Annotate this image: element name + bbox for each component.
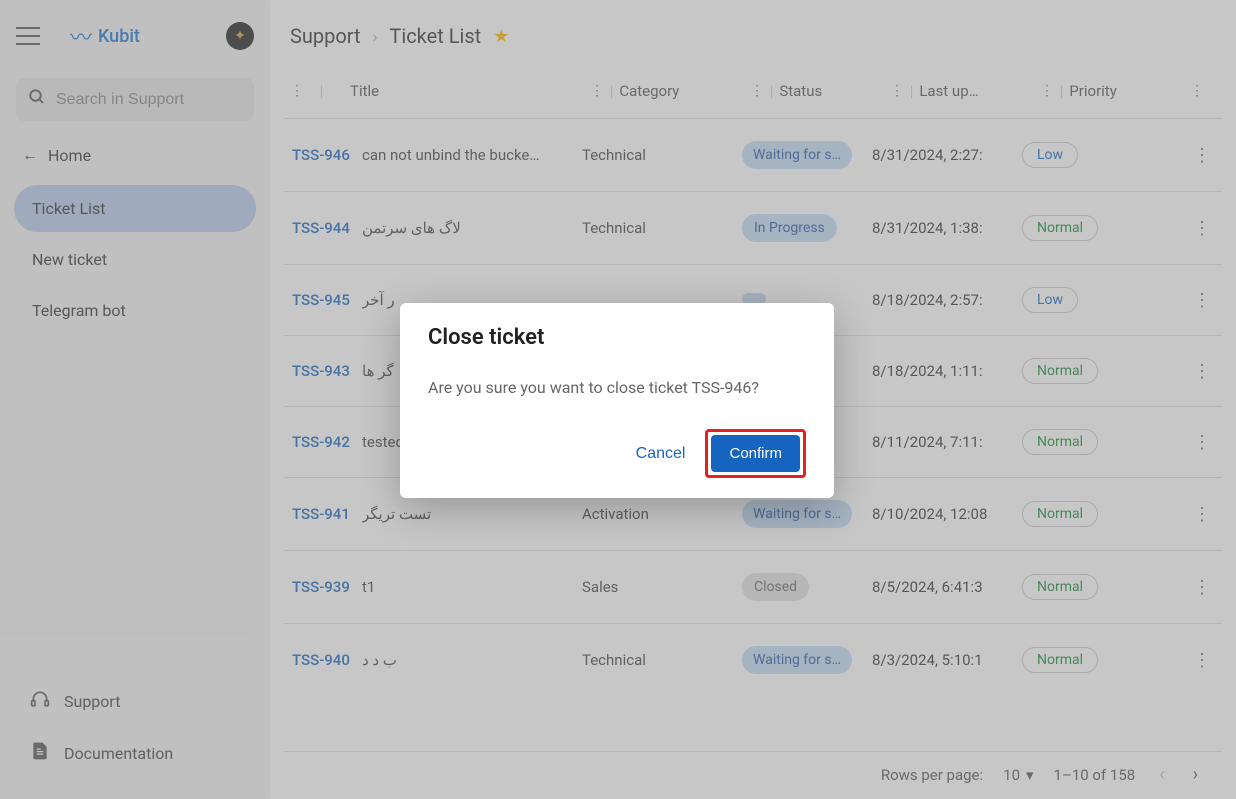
dialog-title: Close ticket	[428, 325, 806, 350]
close-ticket-dialog: Close ticket Are you sure you want to cl…	[400, 303, 834, 498]
cancel-button[interactable]: Cancel	[628, 437, 694, 471]
dialog-actions: Cancel Confirm	[428, 429, 806, 478]
confirm-highlight: Confirm	[705, 429, 806, 478]
dialog-body: Are you sure you want to close ticket TS…	[428, 378, 806, 397]
confirm-button[interactable]: Confirm	[711, 435, 800, 472]
